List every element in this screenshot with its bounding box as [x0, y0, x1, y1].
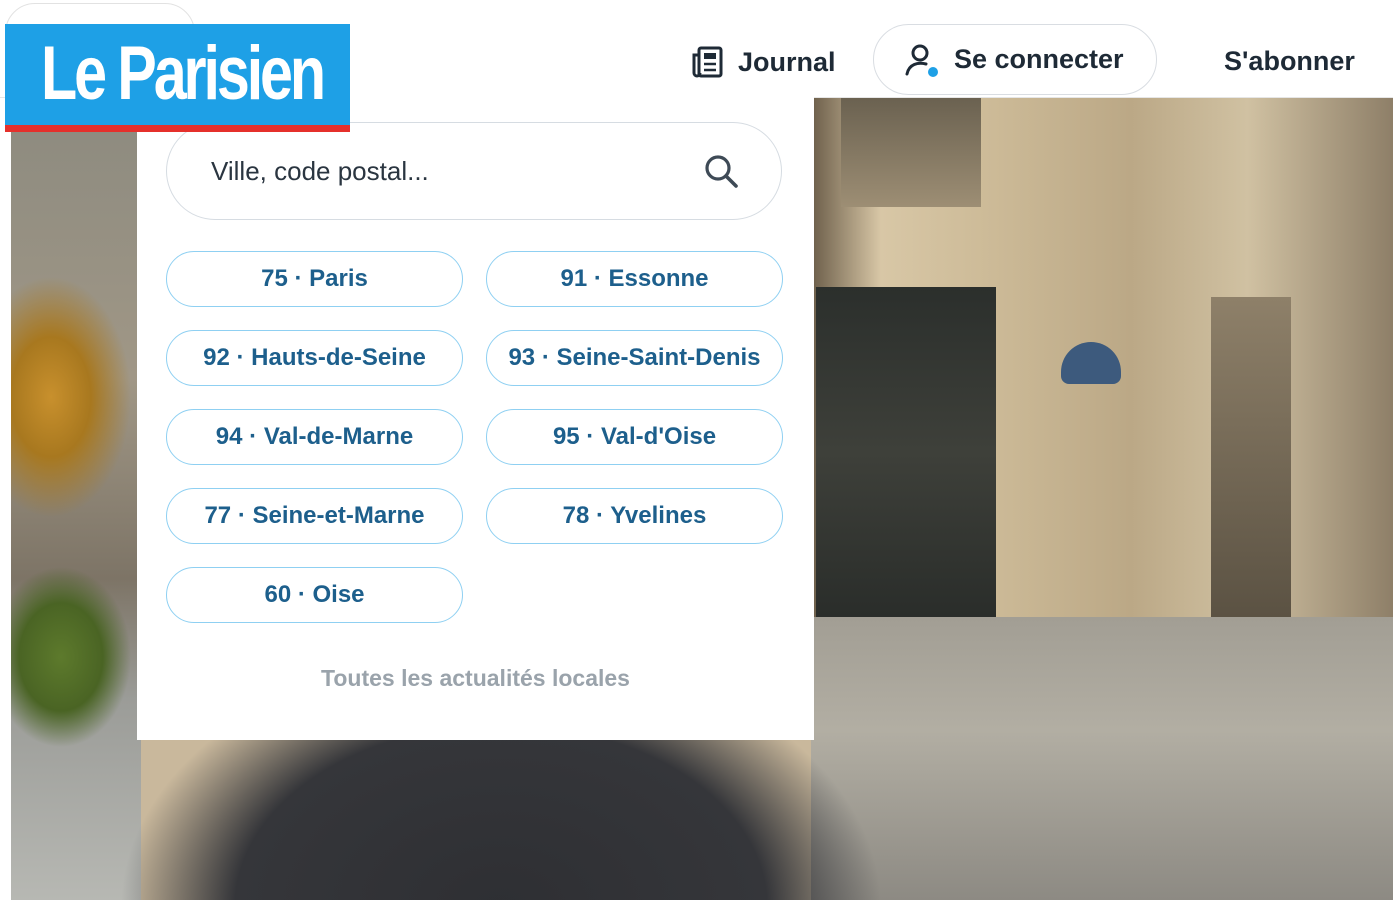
connect-button[interactable]: Se connecter: [873, 24, 1157, 95]
subscribe-label: S'abonner: [1224, 45, 1355, 76]
department-button-91[interactable]: 91 · Essonne: [486, 251, 783, 307]
status-dot: [928, 66, 938, 77]
search-icon[interactable]: [703, 153, 739, 189]
photo-pavement: [811, 617, 1393, 900]
newspaper-icon: [692, 46, 723, 78]
location-search-input[interactable]: [209, 154, 703, 188]
all-local-news-link[interactable]: Toutes les actualités locales: [137, 665, 814, 692]
connect-label: Se connecter: [954, 44, 1124, 74]
department-button-92[interactable]: 92 · Hauts-de-Seine: [166, 330, 463, 386]
site-logo[interactable]: Le Parisien: [5, 24, 350, 132]
location-search: [166, 122, 782, 220]
journal-link[interactable]: Journal: [690, 34, 836, 90]
user-icon: [905, 44, 938, 77]
department-button-77[interactable]: 77 · Seine-et-Marne: [166, 488, 463, 544]
local-news-dropdown: 75 · Paris 91 · Essonne 92 · Hauts-de-Se…: [137, 97, 814, 740]
department-button-95[interactable]: 95 · Val-d'Oise: [486, 409, 783, 465]
department-button-75[interactable]: 75 · Paris: [166, 251, 463, 307]
department-button-94[interactable]: 94 · Val-de-Marne: [166, 409, 463, 465]
department-button-60[interactable]: 60 · Oise: [166, 567, 463, 623]
department-button-93[interactable]: 93 · Seine-Saint-Denis: [486, 330, 783, 386]
department-button-78[interactable]: 78 · Yvelines: [486, 488, 783, 544]
logo-text: Le Parisien: [41, 31, 326, 116]
logo-red-bar: [5, 125, 350, 132]
photo-door: [1211, 297, 1291, 617]
photo-window: [841, 97, 981, 207]
journal-label: Journal: [738, 46, 836, 77]
photo-storefront: [816, 287, 996, 617]
subscribe-link[interactable]: S'abonner: [1224, 38, 1355, 84]
